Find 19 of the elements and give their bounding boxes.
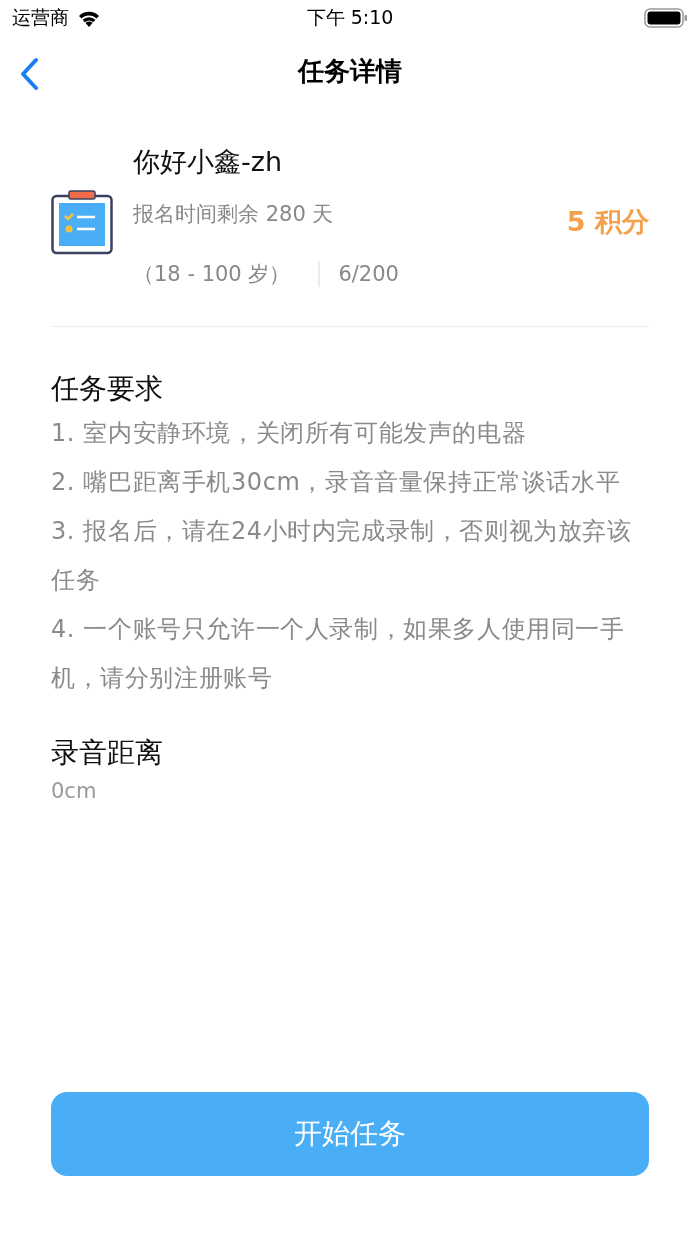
remaining-time: 报名时间剩余 280 天 [133,201,335,228]
carrier-name: 运营商 [12,5,69,30]
battery-icon [644,8,688,28]
clock-time: 下午 5:10 [306,5,394,30]
requirement-text: 4. 一个账号只允许一个人录制，如果多人使用同一手机，请分别注册账号 [51,614,626,694]
page-title: 任务详情 [298,54,402,88]
section-title: 录音距离 [51,735,164,771]
requirement-text: 2. 嘴巴距离手机30cm，录音音量保持正常谈话水平 [51,467,622,498]
requirement-text: 3. 报名后，请在24小时内完成录制，否则视为放弃该任务 [51,516,633,596]
requirement-text: 1. 室内安静环境，关闭所有可能发声的电器 [51,418,528,449]
start-task-button[interactable]: 开始任务 [51,1092,649,1176]
quota-count: 6/200 [338,261,399,288]
age-range: （18 - 100 岁） [133,261,291,288]
task-name: 你好小鑫-zh [133,145,284,179]
section-title: 任务要求 [51,371,164,407]
wifi-icon [77,9,101,27]
distance-value: 0cm [51,778,98,805]
clipboard-checklist-icon [51,189,113,255]
points-reward: 5 积分 [566,205,649,239]
